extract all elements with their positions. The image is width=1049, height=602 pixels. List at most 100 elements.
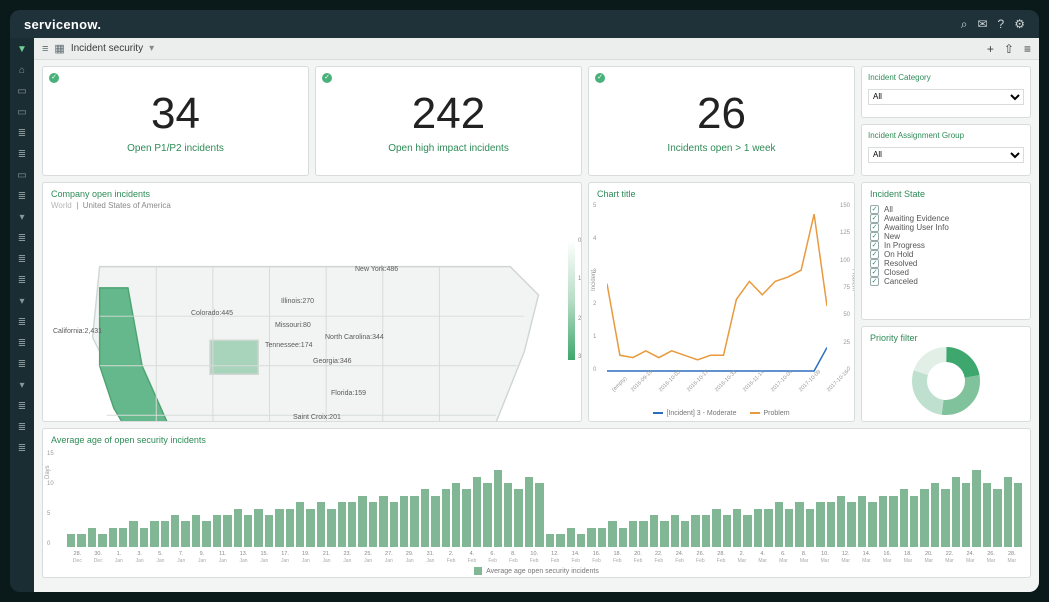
state-option[interactable]: ✓Awaiting Evidence [870, 214, 1022, 223]
bar-chart-card[interactable]: Average age of open security incidents 1… [42, 428, 1031, 578]
bar [1014, 483, 1022, 547]
caret-down-icon[interactable]: ▾ [16, 296, 28, 308]
file-icon[interactable]: ▭ [16, 107, 28, 119]
bar [306, 509, 314, 547]
category-select[interactable]: All [868, 89, 1024, 105]
kpi-open-p1p2[interactable]: ✓ 34 Open P1/P2 incidents [42, 66, 309, 176]
card-title: Priority filter [870, 331, 1022, 345]
bar [733, 509, 741, 547]
kpi-open-week[interactable]: ✓ 26 Incidents open > 1 week [588, 66, 855, 176]
y-axis-label-left: Incident [591, 270, 597, 291]
state-option[interactable]: ✓New [870, 232, 1022, 241]
bar-x-tick: 26.Feb [690, 551, 711, 565]
list-icon[interactable]: ≣ [16, 254, 28, 266]
card-title: Average age of open security incidents [43, 429, 1030, 447]
caret-down-icon[interactable]: ▾ [149, 43, 154, 54]
list-icon[interactable]: ≣ [16, 443, 28, 455]
state-option[interactable]: ✓ Closed [870, 268, 1022, 277]
bar [598, 528, 606, 547]
bar-x-tick: 30.Dec [88, 551, 109, 565]
caret-down-icon[interactable]: ▾ [16, 380, 28, 392]
bar [806, 509, 814, 547]
card-title: Chart title [589, 183, 854, 201]
checkbox-icon: ✓ [870, 214, 879, 223]
bar-plot [67, 451, 1022, 547]
check-icon: ✓ [322, 73, 332, 83]
grid-icon[interactable]: ▦ [54, 42, 64, 55]
bar-y-label: Days [45, 465, 51, 479]
list-icon[interactable]: ≣ [16, 359, 28, 371]
bar-x-tick: 6.Mar [773, 551, 794, 565]
settings-icon[interactable]: ≡ [1024, 42, 1031, 56]
bar [88, 528, 96, 547]
bar-x-tick: 18.Feb [607, 551, 628, 565]
app-shell: ▼ ⌂ ▭ ▭ ≣ ≣ ▭ ≣ ▾ ≣ ≣ ≣ ▾ ≣ ≣ ≣ ▾ ≣ ≣ ≣ … [10, 38, 1039, 592]
kpi-high-impact[interactable]: ✓ 242 Open high impact incidents [315, 66, 582, 176]
donut-chart[interactable] [911, 346, 981, 416]
assignment-select[interactable]: All [868, 147, 1024, 163]
line-chart-svg [607, 203, 827, 373]
list-icon[interactable]: ≣ [16, 422, 28, 434]
share-button[interactable]: ⇧ [1004, 42, 1014, 56]
list-icon[interactable]: ≣ [16, 191, 28, 203]
bar [348, 502, 356, 547]
list-icon[interactable]: ≣ [16, 275, 28, 287]
line-chart-card[interactable]: Chart title 543210 1501251007550250 Inci… [588, 182, 855, 422]
bar [161, 521, 169, 547]
state-option[interactable]: ✓On Hold [870, 250, 1022, 259]
folder-icon[interactable]: ▭ [16, 86, 28, 98]
help-icon[interactable]: ? [998, 17, 1005, 32]
bar [827, 502, 835, 547]
gear-icon[interactable]: ⚙ [1014, 17, 1025, 32]
bar [743, 515, 751, 547]
bar [910, 496, 918, 547]
bar [556, 534, 564, 547]
filter-category: Incident Category All [861, 66, 1031, 118]
state-option[interactable]: ✓Awaiting User Info [870, 223, 1022, 232]
y-axis-label-right: Problem [850, 269, 855, 291]
list-icon[interactable]: ≣ [16, 317, 28, 329]
state-option[interactable]: ✓In Progress [870, 241, 1022, 250]
bar [764, 509, 772, 547]
bar [254, 509, 262, 547]
add-button[interactable]: + [987, 42, 994, 56]
list-icon[interactable]: ≣ [16, 128, 28, 140]
bar [671, 515, 679, 547]
bar-x-tick: 14.Mar [856, 551, 877, 565]
bar [691, 515, 699, 547]
map-label: Saint Croix:201 [293, 414, 341, 421]
list-icon[interactable]: ≣ [16, 233, 28, 245]
bar [67, 534, 75, 547]
state-option[interactable]: ✓ All [870, 205, 1022, 214]
bar [77, 534, 85, 547]
us-map-svg [43, 210, 581, 422]
bar [952, 477, 960, 547]
bar [702, 515, 710, 547]
chat-icon[interactable]: ✉ [977, 17, 987, 32]
bar [390, 502, 398, 547]
bar-x-tick: 27.Jan [378, 551, 399, 565]
state-option[interactable]: ✓Canceled [870, 277, 1022, 286]
option-label: All [884, 205, 893, 214]
list-icon[interactable]: ≣ [16, 149, 28, 161]
option-label: Closed [884, 268, 909, 277]
bar-x-tick: 22.Mar [939, 551, 960, 565]
option-label: On Hold [884, 250, 913, 259]
search-icon[interactable]: ⌕ [961, 17, 968, 32]
left-rail: ▼ ⌂ ▭ ▭ ≣ ≣ ▭ ≣ ▾ ≣ ≣ ≣ ▾ ≣ ≣ ≣ ▾ ≣ ≣ ≣ [10, 38, 34, 592]
folder-icon[interactable]: ▭ [16, 170, 28, 182]
checkbox-icon: ✓ [870, 205, 879, 214]
home-icon[interactable]: ⌂ [16, 65, 28, 77]
menu-icon[interactable]: ≡ [42, 43, 48, 55]
funnel-icon[interactable]: ▼ [16, 44, 28, 56]
list-icon[interactable]: ≣ [16, 338, 28, 350]
bar [223, 515, 231, 547]
bar [317, 502, 325, 547]
map-open-incidents[interactable]: Company open incidents World | United St… [42, 182, 582, 422]
bar [1004, 477, 1012, 547]
caret-down-icon[interactable]: ▾ [16, 212, 28, 224]
list-icon[interactable]: ≣ [16, 401, 28, 413]
state-option[interactable]: ✓Resolved [870, 259, 1022, 268]
bar-x-tick: 18.Mar [898, 551, 919, 565]
checkbox-icon: ✓ [870, 268, 879, 277]
